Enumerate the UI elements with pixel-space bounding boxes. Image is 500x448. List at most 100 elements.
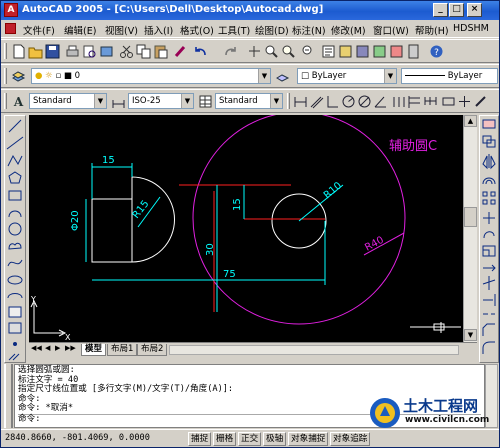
erase-icon[interactable] <box>482 119 496 129</box>
arc-icon[interactable] <box>8 210 22 218</box>
menu-modify[interactable]: 修改(M) <box>331 23 366 37</box>
ellipse-icon[interactable] <box>7 275 23 285</box>
rectangle-icon[interactable] <box>8 190 22 201</box>
make-current-layer-icon[interactable] <box>275 69 290 84</box>
fillet-icon[interactable] <box>482 341 495 354</box>
scale-icon[interactable] <box>482 245 496 257</box>
otrack-button[interactable]: 对象追踪 <box>330 432 371 446</box>
tab-nav-prev-icon[interactable]: ◀ <box>45 344 50 352</box>
toolbar-grip[interactable] <box>4 93 7 109</box>
menu-tools[interactable]: 工具(T) <box>218 23 250 37</box>
menu-hdshm[interactable]: HDSHM <box>453 23 489 34</box>
rectangle-shape[interactable] <box>91 198 133 263</box>
menu-window[interactable]: 窗口(W) <box>373 23 409 37</box>
revision-cloud-icon[interactable] <box>8 242 22 250</box>
cut-icon[interactable] <box>119 44 134 59</box>
menu-dimension[interactable]: 标注(N) <box>292 23 326 37</box>
table-style-icon[interactable] <box>198 94 213 109</box>
quick-dimension-icon[interactable] <box>391 94 406 109</box>
scroll-up-icon[interactable]: ▲ <box>464 115 477 127</box>
menu-file[interactable]: 文件(F) <box>23 23 55 37</box>
print-icon[interactable] <box>65 44 80 59</box>
markup-icon[interactable] <box>389 44 404 59</box>
grid-button[interactable]: 栅格 <box>213 432 237 446</box>
stretch-icon[interactable] <box>483 264 496 272</box>
text-style-select[interactable]: Standard ▼ <box>29 93 107 109</box>
layer-manager-icon[interactable] <box>11 69 26 84</box>
make-block-icon[interactable] <box>8 322 22 334</box>
rotate-icon[interactable] <box>483 231 495 239</box>
toolbar-grip[interactable] <box>4 68 7 84</box>
layer-select[interactable]: ● ☼ ▫ ■ 0 ▼ <box>31 68 271 84</box>
redo-icon[interactable] <box>223 44 238 59</box>
publish-icon[interactable] <box>99 44 114 59</box>
ordinate-dimension-icon[interactable] <box>325 94 340 109</box>
properties-icon[interactable] <box>321 44 336 59</box>
dimension-style-icon[interactable] <box>111 94 126 109</box>
save-icon[interactable] <box>45 44 60 59</box>
menu-insert[interactable]: 插入(I) <box>144 23 173 37</box>
zoom-window-icon[interactable] <box>281 44 296 59</box>
document-icon[interactable] <box>5 23 16 34</box>
tool-palettes-icon[interactable] <box>355 44 370 59</box>
chamfer-icon[interactable] <box>482 323 495 336</box>
baseline-dimension-icon[interactable] <box>407 94 422 109</box>
extend-icon[interactable] <box>483 294 496 306</box>
linear-dimension-icon[interactable] <box>293 94 308 109</box>
diameter-dimension-icon[interactable] <box>357 94 372 109</box>
point-icon[interactable] <box>13 342 17 346</box>
table-style-select[interactable]: Standard ▼ <box>215 93 283 109</box>
zoom-realtime-icon[interactable] <box>264 44 279 59</box>
copy-object-icon[interactable] <box>482 135 496 148</box>
chevron-down-icon[interactable]: ▼ <box>270 94 282 108</box>
trim-icon[interactable] <box>482 276 496 290</box>
menu-edit[interactable]: 编辑(E) <box>64 23 96 37</box>
scroll-down-icon[interactable]: ▼ <box>464 329 477 341</box>
chevron-down-icon[interactable]: ▼ <box>181 94 193 108</box>
tab-layout1[interactable]: 布局1 <box>107 344 138 356</box>
chevron-down-icon[interactable]: ▼ <box>384 69 396 83</box>
tab-nav-next-icon[interactable]: ▶ <box>55 344 60 352</box>
snap-button[interactable]: 捕捉 <box>188 432 212 446</box>
minimize-button[interactable]: _ <box>433 3 448 17</box>
calculator-icon[interactable] <box>406 44 421 59</box>
open-folder-icon[interactable] <box>28 44 43 59</box>
spline-icon[interactable] <box>7 259 23 267</box>
pan-icon[interactable] <box>247 44 262 59</box>
ortho-button[interactable]: 正交 <box>238 432 262 446</box>
drawing-canvas[interactable]: 15 Φ20 R15 R10 15 30 75 R40 辅助圆C Y X <box>29 115 463 342</box>
aligned-dimension-icon[interactable] <box>309 94 324 109</box>
new-file-icon[interactable] <box>11 44 26 59</box>
vertical-scrollbar[interactable]: ▲ ▼ <box>463 115 477 342</box>
radius-dimension-icon[interactable] <box>341 94 356 109</box>
copy-icon[interactable] <box>136 44 151 59</box>
angular-dimension-icon[interactable] <box>373 94 388 109</box>
command-window-grip[interactable] <box>4 364 13 428</box>
tolerance-icon[interactable] <box>441 94 456 109</box>
insert-block-icon[interactable] <box>8 306 22 318</box>
design-center-icon[interactable] <box>338 44 353 59</box>
tab-model[interactable]: 模型 <box>81 344 107 356</box>
array-icon[interactable] <box>482 191 496 205</box>
paste-icon[interactable] <box>153 44 168 59</box>
chevron-down-icon[interactable]: ▼ <box>94 94 106 108</box>
match-properties-icon[interactable] <box>173 44 188 59</box>
maximize-button[interactable]: □ <box>449 3 464 17</box>
plot-preview-icon[interactable] <box>82 44 97 59</box>
osnap-button[interactable]: 对象捕捉 <box>288 432 329 446</box>
tab-nav-first-icon[interactable]: ◀◀ <box>31 344 42 352</box>
chevron-down-icon[interactable]: ▼ <box>258 69 270 83</box>
toolbar-grip[interactable] <box>287 93 290 109</box>
hatch-icon[interactable] <box>8 353 20 361</box>
horizontal-scrollbar[interactable] <box>169 345 459 355</box>
mirror-icon[interactable] <box>482 154 496 170</box>
polyline-icon[interactable] <box>7 154 23 167</box>
continue-dimension-icon[interactable] <box>423 94 438 109</box>
zoom-previous-icon[interactable] <box>301 44 316 59</box>
circle-icon[interactable] <box>8 222 22 236</box>
move-icon[interactable] <box>483 212 495 224</box>
tab-nav-last-icon[interactable]: ▶▶ <box>65 344 76 352</box>
toolbar-grip[interactable] <box>4 43 7 59</box>
menu-view[interactable]: 视图(V) <box>105 23 138 37</box>
ellipse-arc-icon[interactable] <box>7 293 23 299</box>
